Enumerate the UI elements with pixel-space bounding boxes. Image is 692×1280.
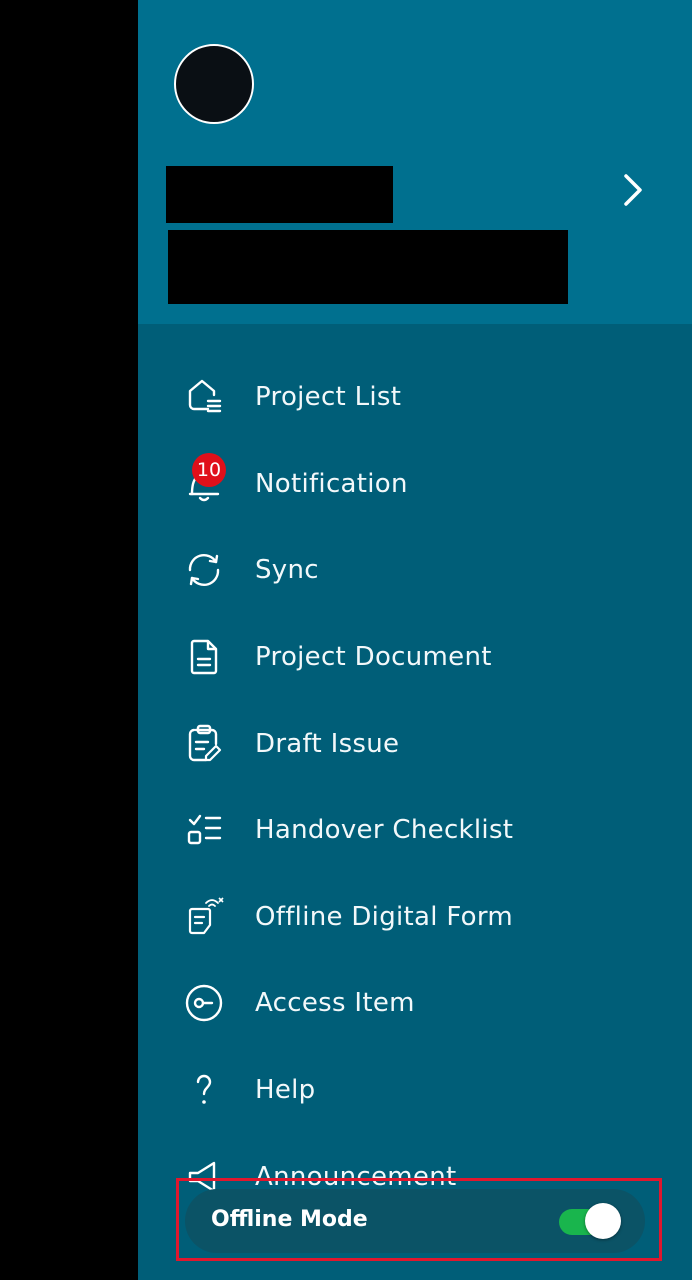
menu-item-draft-issue[interactable]: Draft Issue [138, 700, 692, 787]
menu-item-offline-digital-form[interactable]: Offline Digital Form [138, 874, 692, 961]
menu-item-label: Offline Digital Form [255, 901, 514, 932]
menu-item-label: Help [255, 1075, 316, 1106]
menu-item-label: Project List [255, 382, 402, 413]
question-icon [196, 1074, 212, 1104]
menu-item-label: Sync [255, 555, 319, 586]
offline-mode-label: Offline Mode [211, 1207, 368, 1232]
offline-mode-row[interactable]: Offline Mode [185, 1189, 645, 1253]
key-circle-icon [185, 985, 223, 1022]
menu-item-project-list[interactable]: Project List [138, 354, 692, 441]
navigation-drawer: Project List 10 Notification Sync Projec… [138, 0, 692, 1280]
avatar[interactable] [174, 44, 254, 124]
menu-item-help[interactable]: Help [138, 1047, 692, 1134]
menu-item-label: Access Item [255, 988, 415, 1019]
scrim-backdrop[interactable] [0, 0, 138, 1280]
menu-list: Project List 10 Notification Sync Projec… [138, 354, 692, 1220]
home-list-icon [188, 380, 222, 413]
menu-item-label: Handover Checklist [255, 815, 514, 846]
menu-item-label: Notification [255, 468, 408, 499]
offline-mode-highlight: Offline Mode [176, 1178, 662, 1261]
menu-item-access-item[interactable]: Access Item [138, 960, 692, 1047]
menu-item-handover-checklist[interactable]: Handover Checklist [138, 787, 692, 874]
menu-item-label: Draft Issue [255, 728, 400, 759]
toggle-thumb [585, 1203, 621, 1239]
menu-item-project-document[interactable]: Project Document [138, 614, 692, 701]
checklist-icon [187, 815, 222, 845]
offline-mode-toggle[interactable] [559, 1203, 621, 1239]
menu-item-label: Project Document [255, 642, 492, 673]
chevron-right-icon[interactable] [616, 170, 652, 210]
offline-form-icon [188, 897, 224, 934]
notification-badge: 10 [192, 452, 226, 487]
profile-header[interactable] [138, 0, 692, 324]
sync-icon [188, 554, 220, 587]
redacted-user-email [168, 230, 568, 304]
document-icon [190, 639, 218, 675]
menu-item-notification[interactable]: 10 Notification [138, 441, 692, 528]
menu-item-sync[interactable]: Sync [138, 527, 692, 614]
redacted-user-name [166, 166, 393, 223]
clipboard-edit-icon [188, 724, 222, 761]
